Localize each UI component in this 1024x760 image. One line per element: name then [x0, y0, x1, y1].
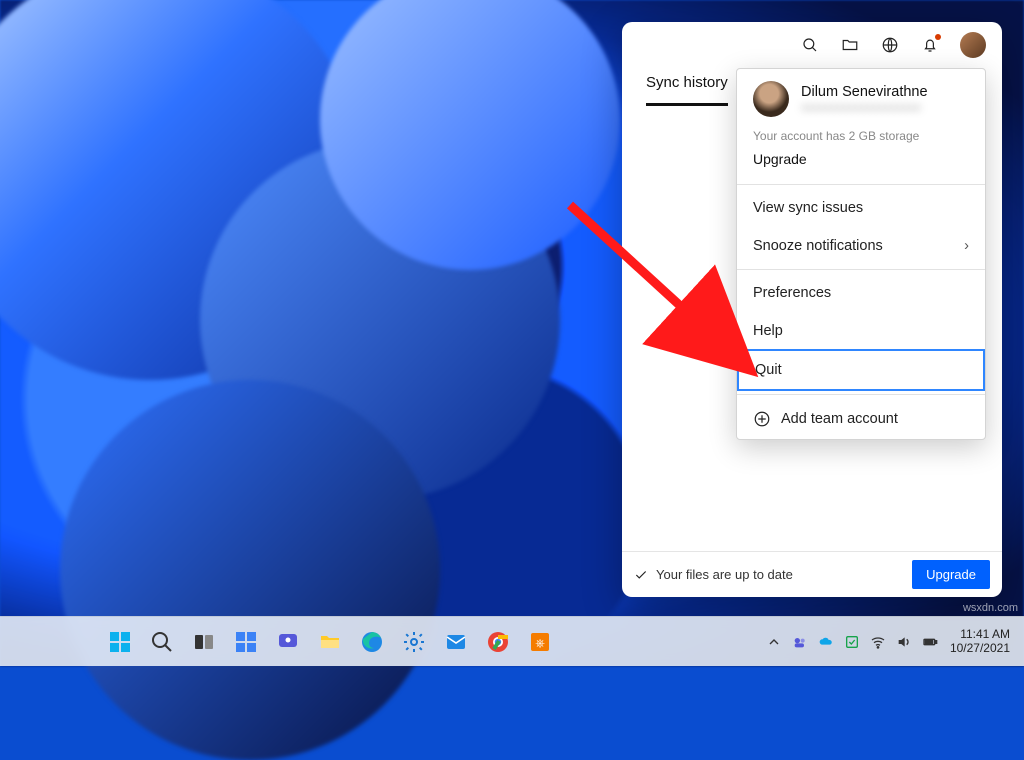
avatar	[753, 81, 789, 117]
folder-icon[interactable]	[840, 35, 860, 55]
divider	[737, 269, 985, 270]
widgets-button[interactable]	[226, 622, 266, 662]
mail-button[interactable]	[436, 622, 476, 662]
avatar[interactable]	[960, 32, 986, 58]
taskbar-pinned: ⎈	[100, 622, 560, 662]
svg-text:⎈: ⎈	[535, 636, 545, 650]
menu-help[interactable]: Help	[737, 312, 985, 350]
edge-button[interactable]	[352, 622, 392, 662]
watermark: wsxdn.com	[963, 602, 1018, 614]
app-button[interactable]: ⎈	[520, 622, 560, 662]
upgrade-button[interactable]: Upgrade	[912, 560, 990, 589]
battery-icon[interactable]	[920, 632, 940, 652]
bell-icon[interactable]	[920, 35, 940, 55]
volume-icon[interactable]	[894, 632, 914, 652]
account-header: Dilum Senevirathne xxxxxxxxxxxxxxxxxxxx …	[737, 69, 985, 180]
check-icon	[634, 568, 648, 582]
clock-date: 10/27/2021	[950, 642, 1010, 655]
chrome-button[interactable]	[478, 622, 518, 662]
file-explorer-button[interactable]	[310, 622, 350, 662]
search-icon[interactable]	[800, 35, 820, 55]
plus-circle-icon	[753, 410, 771, 428]
upgrade-link[interactable]: Upgrade	[753, 151, 807, 168]
sync-status: Your files are up to date	[656, 567, 793, 582]
globe-icon[interactable]	[880, 35, 900, 55]
account-menu: Dilum Senevirathne xxxxxxxxxxxxxxxxxxxx …	[736, 68, 986, 440]
system-tray: 11:41 AM 10/27/2021	[764, 628, 1014, 654]
notification-dot	[935, 34, 941, 40]
task-view-button[interactable]	[184, 622, 224, 662]
user-name: Dilum Senevirathne	[801, 84, 928, 100]
menu-add-team[interactable]: Add team account	[737, 399, 985, 439]
user-email: xxxxxxxxxxxxxxxxxxxx	[801, 100, 928, 114]
onedrive-tray-icon[interactable]	[816, 632, 836, 652]
menu-preferences[interactable]: Preferences	[737, 274, 985, 312]
storage-note: Your account has 2 GB storage	[753, 129, 969, 143]
clock-time: 11:41 AM	[960, 628, 1010, 641]
settings-button[interactable]	[394, 622, 434, 662]
popup-toolbar	[622, 22, 1002, 68]
tray-chevron-icon[interactable]	[764, 632, 784, 652]
menu-sync-issues[interactable]: View sync issues	[737, 189, 985, 227]
taskbar: ⎈ 11:41 AM 10/27/2021	[0, 616, 1024, 666]
security-tray-icon[interactable]	[842, 632, 862, 652]
wifi-icon[interactable]	[868, 632, 888, 652]
chevron-right-icon: ›	[964, 238, 969, 254]
tab-sync-history[interactable]: Sync history	[646, 68, 728, 106]
divider	[737, 184, 985, 185]
chat-button[interactable]	[268, 622, 308, 662]
menu-quit[interactable]: Quit	[737, 349, 985, 391]
start-button[interactable]	[100, 622, 140, 662]
clock[interactable]: 11:41 AM 10/27/2021	[946, 628, 1014, 654]
teams-tray-icon[interactable]	[790, 632, 810, 652]
wallpaper-blob	[60, 380, 440, 760]
popup-footer: Your files are up to date Upgrade	[622, 551, 1002, 597]
menu-snooze[interactable]: Snooze notifications ›	[737, 227, 985, 265]
search-button[interactable]	[142, 622, 182, 662]
divider	[737, 394, 985, 395]
